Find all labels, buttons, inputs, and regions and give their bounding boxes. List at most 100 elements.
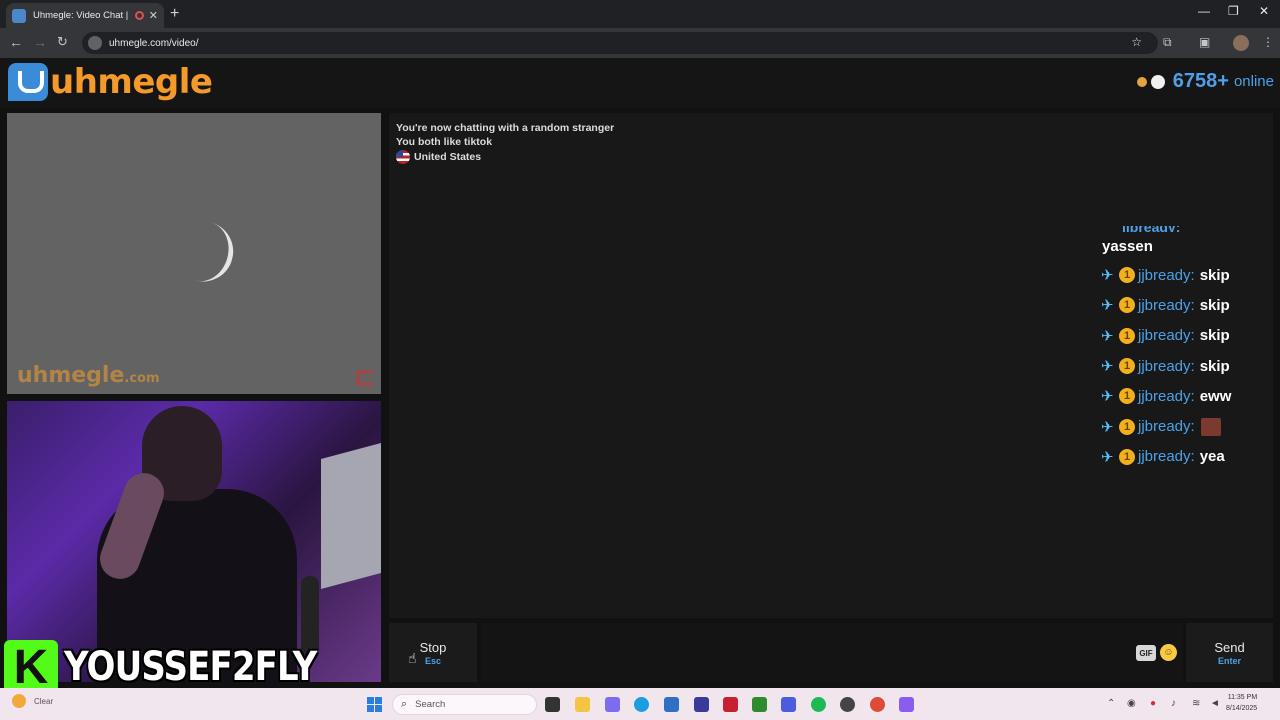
chat-username: jjbready:	[1138, 296, 1195, 314]
stream-chat-text: yassen	[1102, 238, 1153, 255]
sword-badge-icon: ✈	[1101, 418, 1114, 436]
chat-message-text: yea	[1199, 448, 1225, 466]
gif-button[interactable]: GIF	[1136, 645, 1156, 661]
task-view-icon[interactable]	[545, 697, 560, 712]
loading-spinner-icon	[178, 217, 240, 289]
coin-badge-icon: 1	[1119, 448, 1135, 465]
back-arrow-icon[interactable]: ←	[9, 34, 23, 50]
store-icon[interactable]	[664, 697, 679, 712]
new-tab-button[interactable]: +	[170, 5, 179, 23]
country-name: United States	[414, 150, 482, 163]
online-counter: 6758+ online	[1136, 70, 1274, 93]
weather-widget[interactable]: Clear	[12, 694, 53, 708]
system-message: You're now chatting with a random strang…	[396, 122, 615, 134]
recording-icon	[134, 11, 144, 20]
uhmegle-logo[interactable]: uhmegle	[8, 62, 213, 102]
site-header: uhmegle 6758+ online	[0, 58, 1280, 108]
online-label: online	[1233, 73, 1274, 90]
stream-chat-message: ✈ 1 jjbready: eww	[1100, 381, 1275, 411]
forward-arrow-icon[interactable]: →	[33, 34, 47, 50]
stop-button[interactable]: Stop Esc	[389, 623, 477, 682]
tray-app-icon[interactable]: ◉	[1127, 698, 1136, 709]
discord-notify-icon[interactable]	[899, 697, 914, 712]
spotify-icon[interactable]	[811, 697, 826, 712]
chat-username: jjbready:	[1138, 266, 1195, 284]
chat-message-text: skip	[1199, 327, 1230, 345]
report-flag-icon[interactable]	[357, 371, 373, 385]
stream-chat-message: ✈ 1 jjbready: yea	[1100, 442, 1275, 472]
close-window-button[interactable]: ✕	[1259, 4, 1269, 18]
sword-badge-icon: ✈	[1101, 448, 1114, 466]
browser-tab-bar: Uhmegle: Video Chat | Ome ✕ + — ❐ ✕	[0, 0, 1280, 28]
edge-icon[interactable]	[634, 697, 649, 712]
start-button[interactable]	[367, 697, 382, 712]
mcafee-icon[interactable]	[723, 697, 738, 712]
weather-text: Clear	[34, 696, 54, 706]
chat-username: jjbready:	[1138, 327, 1195, 345]
taskbar-search[interactable]: ⌕ Search	[392, 694, 537, 715]
emote-icon	[1200, 417, 1221, 436]
logo-wordmark: uhmegle	[50, 62, 213, 102]
theme-toggle-icon[interactable]	[1150, 74, 1165, 89]
stream-chat-message: ✈ 1 jjbready:	[1100, 411, 1275, 441]
minimize-button[interactable]: —	[1198, 4, 1210, 18]
chrome-icon[interactable]	[870, 697, 885, 712]
chat-username: jjbready:	[1138, 418, 1195, 436]
url-field[interactable]: uhmegle.com/video/ ☆	[82, 32, 1158, 54]
chat-message-text: skip	[1199, 266, 1230, 284]
chat-message-text: eww	[1199, 387, 1232, 405]
profile-avatar[interactable]	[1233, 35, 1249, 51]
browser-tab[interactable]: Uhmegle: Video Chat | Ome ✕	[6, 3, 164, 28]
mouse-cursor-icon: ☝	[408, 650, 417, 666]
taskbar-clock[interactable]: 11:35 PM 8/14/2025	[1226, 692, 1257, 714]
obs-icon[interactable]	[840, 697, 855, 712]
restore-button[interactable]: ❐	[1228, 4, 1239, 18]
sword-badge-icon: ✈	[1101, 267, 1114, 285]
copilot-icon[interactable]	[605, 697, 620, 712]
discord-icon[interactable]	[781, 697, 796, 712]
extensions-icon[interactable]: ⧉	[1163, 35, 1172, 50]
bookmark-star-icon[interactable]: ☆	[1131, 35, 1142, 49]
send-button[interactable]: Send Enter	[1186, 623, 1273, 682]
file-explorer-icon[interactable]	[575, 697, 590, 712]
stranger-video: uhmegle.com	[7, 113, 381, 394]
message-input[interactable]	[481, 623, 1183, 682]
online-count: 6758+	[1172, 70, 1229, 92]
address-bar-row: ← → ↻ uhmegle.com/video/ ☆ ⧉ ▣ ⋮	[0, 28, 1280, 58]
coin-badge-icon: 1	[1119, 358, 1135, 375]
send-label: Send	[1214, 639, 1245, 655]
send-shortcut: Enter	[1217, 655, 1241, 666]
tab-search-icon[interactable]: ▣	[1199, 35, 1210, 49]
tray-record-icon[interactable]: ●	[1150, 698, 1156, 709]
coin-badge-icon: 1	[1119, 388, 1135, 405]
emoji-button[interactable]: ☺	[1160, 644, 1177, 661]
site-info-icon[interactable]	[88, 36, 102, 50]
wifi-icon[interactable]: ≋	[1192, 698, 1200, 709]
volume-icon[interactable]: ◄	[1210, 698, 1220, 709]
url-text: uhmegle.com/video/	[109, 37, 199, 49]
weather-icon	[12, 694, 26, 708]
tray-expand-icon[interactable]: ⌃	[1107, 698, 1115, 709]
watermark-text: uhmegle	[17, 363, 125, 388]
coin-badge-icon: 1	[1119, 327, 1135, 344]
status-dot-icon	[1136, 76, 1147, 87]
menu-kebab-icon[interactable]: ⋮	[1262, 35, 1274, 49]
watermark-suffix: .com	[124, 371, 160, 386]
chat-username: jjbready:	[1138, 357, 1195, 375]
search-placeholder: Search	[415, 699, 446, 710]
background-monitor	[321, 442, 381, 590]
xbox-icon[interactable]	[752, 697, 767, 712]
tab-close-button[interactable]: ✕	[149, 9, 158, 22]
mic-tray-icon[interactable]: ♪	[1171, 698, 1176, 709]
app-l-icon[interactable]	[694, 697, 709, 712]
stream-chat-overlay: jjbready: yassen ✈1jjbready:skip✈1jjbrea…	[1100, 226, 1275, 472]
clock-time: 11:35 PM	[1227, 694, 1258, 701]
tab-title: Uhmegle: Video Chat | Ome	[33, 10, 130, 21]
system-message: You both like tiktok	[396, 136, 493, 148]
chat-username: jjbready:	[1138, 448, 1195, 466]
country-line: United States	[396, 150, 481, 164]
kick-logo-icon: K	[4, 640, 58, 694]
reload-icon[interactable]: ↻	[57, 34, 68, 50]
coin-badge-icon: 1	[1119, 297, 1135, 314]
stream-chat-message: ✈ 1 jjbready: skip	[1100, 351, 1275, 381]
